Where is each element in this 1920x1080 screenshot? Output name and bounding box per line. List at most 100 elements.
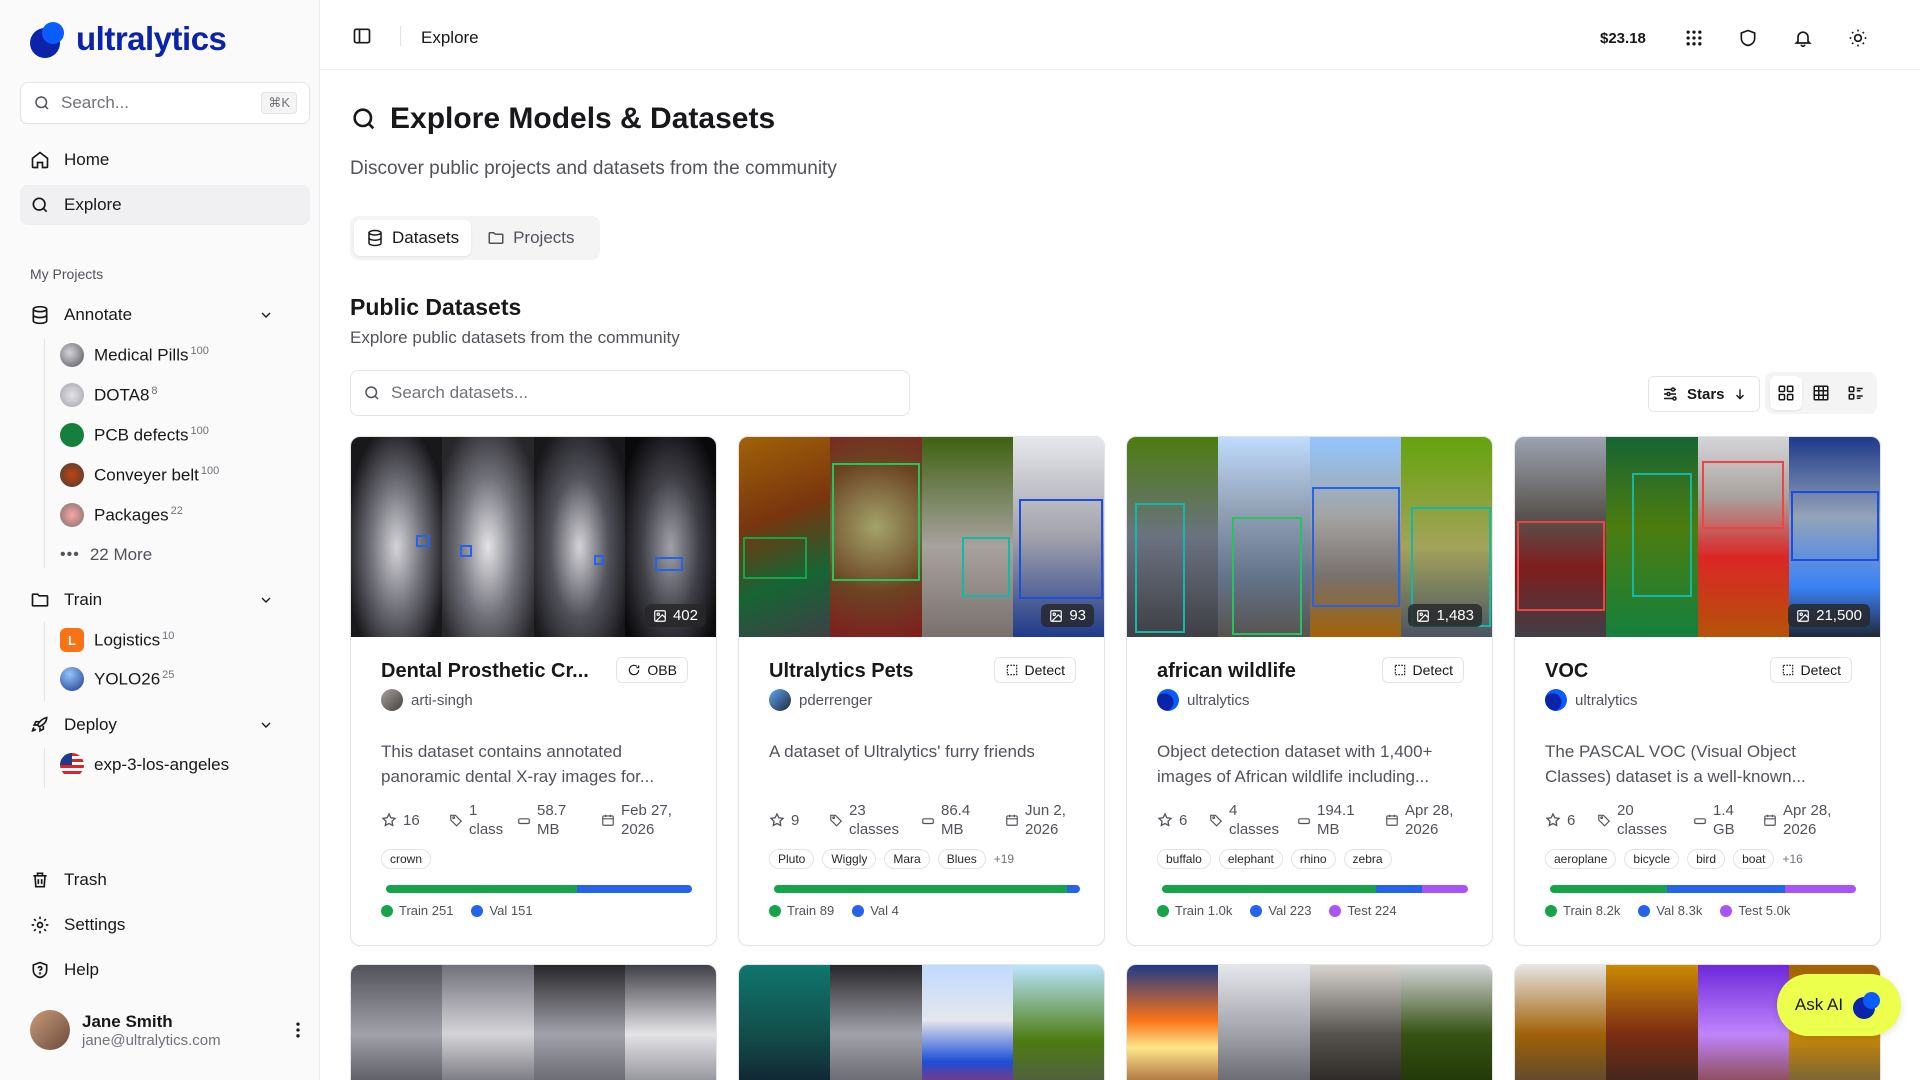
drive-icon: [518, 818, 530, 825]
class-tag: boat: [1733, 849, 1775, 869]
breadcrumb: Explore: [421, 28, 479, 47]
ultralytics-logo[interactable]: ultralytics: [28, 20, 227, 58]
card-title[interactable]: african wildlife: [1157, 660, 1296, 683]
split-bar: [1162, 885, 1468, 893]
card-owner[interactable]: ultralytics: [1157, 689, 1250, 711]
card-owner[interactable]: arti-singh: [381, 689, 473, 711]
calendar-icon: [1386, 814, 1398, 826]
section-subtitle: Explore public datasets from the communi…: [350, 328, 680, 347]
rotate-icon: [629, 664, 640, 676]
shield-icon[interactable]: [1738, 28, 1758, 48]
chevron-down-icon[interactable]: [258, 592, 274, 608]
more-vertical-icon[interactable]: [288, 1020, 308, 1040]
date-stat: Jun 2, 2026: [1005, 801, 1066, 839]
dataset-card[interactable]: 93 Ultralytics Pets Detect pderrenger A …: [738, 436, 1105, 946]
nav-settings[interactable]: Settings: [20, 905, 310, 945]
dataset-card[interactable]: [350, 964, 717, 1080]
split-segment: [1550, 885, 1667, 893]
user-email: jane@ultralytics.com: [82, 1031, 221, 1049]
owner-avatar: [381, 689, 403, 711]
image-count: 402: [672, 607, 698, 624]
bell-icon[interactable]: [1793, 28, 1813, 48]
sidebar-toggle-icon[interactable]: [352, 26, 372, 46]
date-line: 2026: [621, 821, 655, 838]
card-title[interactable]: Ultralytics Pets: [769, 660, 914, 683]
card-stats: 9 23 classes 86.4 MB Jun 2, 2026: [769, 801, 1089, 839]
card-title[interactable]: VOC: [1545, 660, 1588, 683]
preview-tile: [830, 437, 922, 637]
project-label: PCB defects: [94, 425, 189, 445]
project-pcb-defects[interactable]: PCB defects 100: [60, 418, 209, 452]
ask-ai-button[interactable]: Ask AI: [1777, 974, 1901, 1036]
sidebar-search-input[interactable]: Search... ⌘K: [20, 82, 310, 124]
project-logistics[interactable]: L Logistics 10: [60, 623, 174, 657]
dataset-card[interactable]: 402 Dental Prosthetic Cr... OBB arti-sin…: [350, 436, 717, 946]
card-owner[interactable]: ultralytics: [1545, 689, 1638, 711]
group-annotate[interactable]: Annotate: [20, 295, 310, 335]
dataset-card[interactable]: [1126, 964, 1493, 1080]
tag-icon: [1598, 814, 1611, 827]
chevron-down-icon[interactable]: [258, 307, 274, 323]
nav-explore[interactable]: Explore: [20, 185, 310, 225]
preview-tile: [351, 437, 443, 637]
sort-button[interactable]: Stars: [1648, 376, 1760, 412]
date-stat: Feb 27, 2026: [601, 801, 672, 839]
view-table-button[interactable]: [1805, 376, 1837, 410]
card-owner[interactable]: pderrenger: [769, 689, 872, 711]
preview-tile: [1606, 437, 1698, 637]
legend-dot: [381, 905, 393, 917]
group-train[interactable]: Train: [20, 580, 310, 620]
sun-icon[interactable]: [1848, 28, 1868, 48]
view-list-button[interactable]: [1840, 376, 1872, 410]
view-grid-button[interactable]: [1769, 376, 1802, 410]
preview-tile: [1218, 965, 1310, 1080]
split-segment: [1784, 885, 1856, 893]
project-conveyer-belt[interactable]: Conveyer belt 100: [60, 458, 219, 492]
more-projects-link[interactable]: ••• 22 More: [60, 538, 152, 572]
image-count-badge: 21,500: [1788, 604, 1870, 627]
split-legend: Train 1.0k Val 223 Test 224: [1157, 903, 1397, 918]
classes-count: 20: [1617, 802, 1634, 819]
tab-datasets[interactable]: Datasets: [354, 220, 472, 256]
dataset-search-input[interactable]: Search datasets...: [350, 370, 910, 416]
card-stats: 16 1 class 58.7 MB Feb 27, 2026: [381, 801, 701, 839]
size-unit: MB: [1317, 821, 1340, 838]
project-initial-avatar: L: [60, 628, 84, 652]
my-projects-label: My Projects: [30, 266, 104, 282]
nav-help[interactable]: Help: [20, 950, 310, 990]
apps-grid-icon[interactable]: [1684, 28, 1704, 48]
legend-train: Train 89: [769, 903, 834, 918]
dataset-card[interactable]: 1,483 african wildlife Detect ultralytic…: [1126, 436, 1493, 946]
project-medical-pills[interactable]: Medical Pills 100: [60, 338, 209, 372]
ellipsis-icon: •••: [60, 546, 80, 563]
task-badge: Detect: [1381, 657, 1464, 683]
deployment-exp-3[interactable]: exp-3-los-angeles: [60, 748, 229, 782]
legend-dot: [1157, 905, 1169, 917]
owner-name: ultralytics: [1575, 691, 1638, 709]
group-deploy[interactable]: Deploy: [20, 705, 310, 745]
split-segment: [774, 885, 1067, 893]
project-dota8[interactable]: DOTA8 8: [60, 378, 158, 412]
card-title[interactable]: Dental Prosthetic Cr...: [381, 660, 589, 683]
preview-tile: [1309, 437, 1401, 637]
preview-tile: [739, 437, 831, 637]
dataset-search-placeholder: Search datasets...: [391, 383, 529, 402]
more-tags-count: +16: [1782, 852, 1803, 866]
arrow-down-icon: [1735, 389, 1744, 400]
task-label: OBB: [647, 662, 677, 678]
user-profile[interactable]: Jane Smith jane@ultralytics.com: [30, 1010, 221, 1050]
search-shortcut: ⌘K: [261, 92, 297, 114]
legend-test: Test 5.0k: [1720, 903, 1790, 918]
project-packages[interactable]: Packages 22: [60, 498, 183, 532]
chevron-down-icon[interactable]: [258, 717, 274, 733]
nav-home[interactable]: Home: [20, 140, 310, 180]
credit-balance[interactable]: $23.18: [1600, 30, 1646, 47]
nav-trash[interactable]: Trash: [20, 860, 310, 900]
tag-icon: [450, 814, 463, 827]
split-segment: [386, 885, 578, 893]
dataset-card[interactable]: 21,500 VOC Detect ultralytics The PASCAL…: [1514, 436, 1881, 946]
project-yolo26[interactable]: YOLO26 25: [60, 662, 174, 696]
divider: [400, 26, 401, 46]
dataset-card[interactable]: [738, 964, 1105, 1080]
tab-projects[interactable]: Projects: [475, 220, 586, 256]
